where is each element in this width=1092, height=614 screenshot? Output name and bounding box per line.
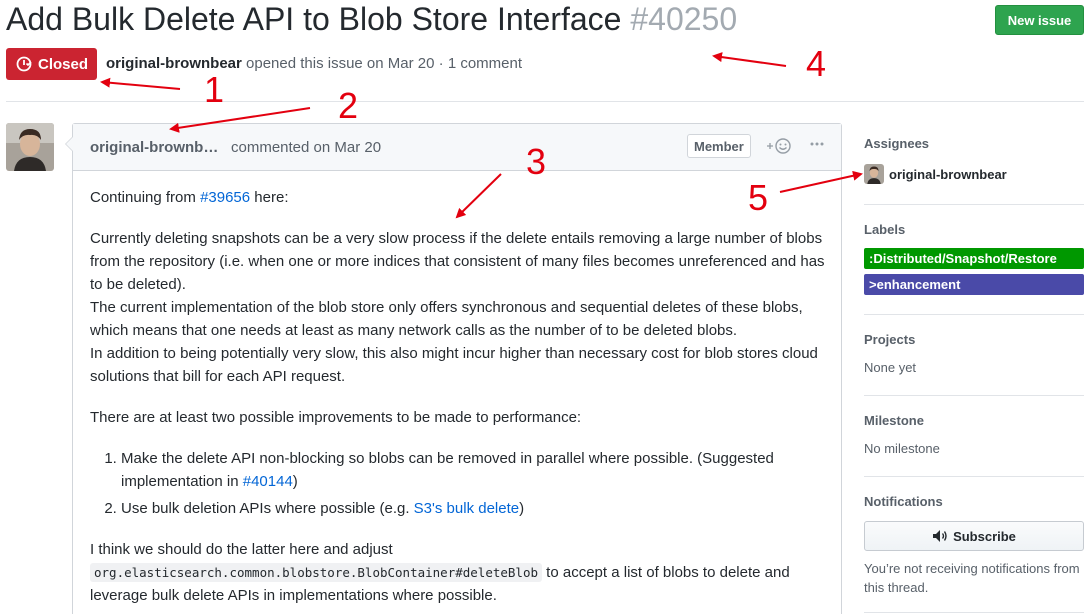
comment-author-link[interactable]: original-brownb… <box>90 139 218 156</box>
s3-bulk-delete-link[interactable]: S3's bulk delete <box>414 500 519 517</box>
issue-link-40144[interactable]: #40144 <box>243 473 293 490</box>
text-span: Continuing from <box>90 189 201 206</box>
new-issue-button[interactable]: New issue <box>995 5 1084 35</box>
issue-comment: original-brownb… commented on Mar 20 Mem… <box>65 123 842 614</box>
add-reaction-button[interactable] <box>765 137 793 155</box>
projects-heading[interactable]: Projects <box>864 332 1084 347</box>
code-snippet: org.elasticsearch.common.blobstore.BlobC… <box>90 563 543 582</box>
annotation-arrow-4 <box>712 52 787 67</box>
annotation-number-4: 4 <box>806 43 827 84</box>
kebab-horizontal-icon <box>810 142 824 146</box>
milestone-value: No milestone <box>864 441 940 456</box>
status-label: Closed <box>38 55 89 73</box>
issue-title: Add Bulk Delete API to Blob Store Interf… <box>6 1 737 38</box>
issue-link-39656[interactable]: #39656 <box>200 189 250 206</box>
smiley-add-icon <box>767 138 791 154</box>
assignees-section: Assignees original-brownbear <box>864 136 1084 184</box>
member-badge: Member <box>687 134 751 158</box>
paragraph-line: In addition to being potentially very sl… <box>90 345 818 385</box>
unmute-icon <box>933 530 947 542</box>
label-enhancement[interactable]: >enhancement <box>864 274 1084 295</box>
sidebar-divider <box>864 204 1084 205</box>
comment-body: Continuing from #39656 here: Currently d… <box>90 186 830 614</box>
notifications-section: Notifications Subscribe You’re not recei… <box>864 494 1084 597</box>
comment-timestamp[interactable]: commented on Mar 20 <box>231 139 381 156</box>
assignee-name: original-brownbear <box>889 166 1007 182</box>
paragraph-line: Currently deleting snapshots can be a ve… <box>90 230 825 293</box>
subscribe-label: Subscribe <box>953 528 1016 544</box>
notification-status-text: You’re not receiving notifications from … <box>864 561 1080 595</box>
annotation-number-5: 5 <box>748 177 769 218</box>
comment-paragraph: Continuing from #39656 here: <box>90 186 830 209</box>
comment-count: 1 comment <box>447 55 523 72</box>
text-span: Make the delete API non-blocking so blob… <box>121 450 774 490</box>
header-divider <box>6 101 1084 102</box>
comment-paragraph: There are at least two possible improvem… <box>90 409 582 426</box>
opened-text: opened this issue on Mar 20 <box>246 55 435 72</box>
labels-section: Labels :Distributed/Snapshot/Restore >en… <box>864 222 1084 300</box>
comment-paragraph: I think we should do the latter here and… <box>90 538 830 607</box>
list-item: Make the delete API non-blocking so blob… <box>121 447 830 493</box>
annotation-number-1: 1 <box>204 69 225 110</box>
comment-options-button[interactable] <box>809 136 825 157</box>
assignee-avatar <box>864 164 884 184</box>
improvements-list: Make the delete API non-blocking so blob… <box>90 447 830 520</box>
labels-heading[interactable]: Labels <box>864 222 1084 237</box>
text-span: ) <box>292 473 298 490</box>
projects-value: None yet <box>864 360 917 375</box>
sidebar-divider <box>864 314 1084 315</box>
text-span: Use bulk deletion APIs where possible (e… <box>121 500 414 517</box>
text-span: here: <box>250 189 289 206</box>
issue-closed-icon <box>16 56 32 72</box>
annotation-number-3: 3 <box>526 141 547 182</box>
comment-header: original-brownb… commented on Mar 20 Mem… <box>73 124 841 171</box>
issue-title-text: Add Bulk Delete API to Blob Store Interf… <box>6 1 622 37</box>
issue-meta: original-brownbear opened this issue on … <box>106 55 522 72</box>
comment-paragraph: Currently deleting snapshots can be a ve… <box>90 227 830 388</box>
assignee-item[interactable]: original-brownbear <box>864 164 1084 184</box>
text-span: ) <box>519 500 525 517</box>
sidebar-divider <box>864 476 1084 477</box>
assignees-heading[interactable]: Assignees <box>864 136 1084 151</box>
sidebar-divider <box>864 612 1084 613</box>
text-span: I think we should do the latter here and… <box>90 541 393 558</box>
milestone-heading[interactable]: Milestone <box>864 413 1084 428</box>
meta-separator: · <box>438 55 444 72</box>
issue-number: #40250 <box>630 1 738 37</box>
status-badge: Closed <box>6 48 97 80</box>
label-distributed-snapshot-restore[interactable]: :Distributed/Snapshot/Restore <box>864 248 1084 269</box>
sidebar-divider <box>864 395 1084 396</box>
projects-section: Projects None yet <box>864 332 1084 375</box>
author-avatar[interactable] <box>6 123 54 171</box>
notifications-heading: Notifications <box>864 494 943 509</box>
annotation-number-2: 2 <box>338 85 359 126</box>
milestone-section: Milestone No milestone <box>864 413 1084 456</box>
paragraph-line: The current implementation of the blob s… <box>90 299 803 339</box>
annotation-arrow-1 <box>100 77 181 90</box>
subscribe-button[interactable]: Subscribe <box>864 521 1084 551</box>
list-item: Use bulk deletion APIs where possible (e… <box>121 497 830 520</box>
